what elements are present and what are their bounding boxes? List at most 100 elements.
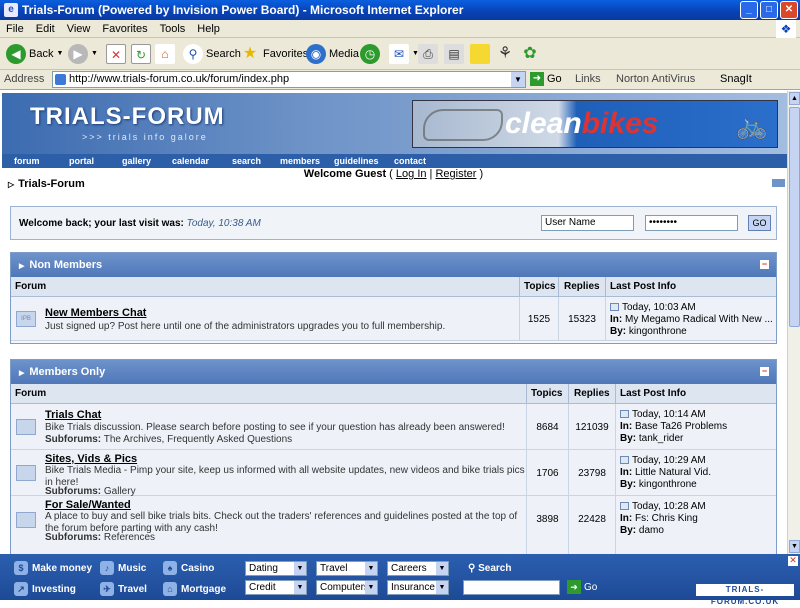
address-input[interactable]: http://www.trials-forum.co.uk/forum/inde… [52,71,526,88]
bottom-link-mortgage[interactable]: ⌂ Mortgage [163,582,226,596]
select-computers[interactable]: Computers ▼ [316,580,378,595]
messenger-button[interactable]: ⚘ [495,43,515,65]
forum-title-link[interactable]: New Members Chat [45,307,146,319]
username-input[interactable]: User Name [541,215,634,231]
bottom-link-make-money[interactable]: $ Make money [14,561,92,575]
mail-button[interactable]: ✉ ▼ [389,43,419,65]
dropdown-arrow-icon: ▼ [436,562,448,575]
page-scrollbar[interactable]: ▲ ▼ [787,91,800,554]
refresh-icon: ↻ [131,44,151,64]
last-post-author-link[interactable]: damo [639,525,664,536]
last-post-topic-link[interactable]: Little Natural Vid. [635,467,711,478]
nav-search[interactable]: search [232,155,261,167]
back-arrow-icon: ◀ [6,44,26,64]
maximize-button[interactable]: □ [760,1,778,19]
category-triangle-icon: ▶ [19,263,25,270]
forum-title-link[interactable]: Trials Chat [45,409,101,421]
last-post-author-link[interactable]: tank_rider [639,433,683,444]
menu-favorites[interactable]: Favorites [96,20,153,38]
nav-portal[interactable]: portal [69,155,94,167]
refresh-button[interactable]: ↻ [131,43,151,65]
bottom-go-button[interactable]: ➜ Go [567,580,597,594]
search-link[interactable]: search [180,422,210,433]
bottom-link-music[interactable]: ♪ Music [100,561,146,575]
bottom-search-input[interactable] [463,580,560,595]
collapse-icon[interactable]: − [760,367,769,376]
nav-guidelines[interactable]: guidelines [334,155,379,167]
scroll-down-icon[interactable]: ▼ [789,540,800,553]
subforum-link[interactable]: References [104,532,155,543]
forum-status-icon [16,419,36,435]
search-button[interactable]: ⚲ Search [183,43,241,65]
bottom-close-icon[interactable]: ✕ [788,556,798,566]
home-button[interactable]: ⌂ [155,43,175,65]
address-dropdown-icon[interactable]: ▼ [511,72,525,87]
last-post-author-link[interactable]: kingonthrone [639,479,697,490]
note-icon [470,44,490,64]
close-button[interactable]: ✕ [780,1,798,19]
last-post-topic-link[interactable]: Base Ta26 Problems [635,421,727,432]
media-button[interactable]: ◉ Media [306,43,359,65]
site-banner: TRIALS-FORUM >>> trials info galore clea… [2,93,787,154]
toolbar: ◀ Back ▼ ▶ ▼ ✕ ↻ ⌂ ⚲ Search ★ Favorites ◉ Medi… [0,38,800,70]
login-go-button[interactable]: GO [748,215,771,231]
register-link[interactable]: Register [435,168,476,180]
edit-icon: ▤ [444,44,464,64]
address-go-button[interactable]: ➜ Go [530,72,562,86]
cleanbikes-ad[interactable]: cleanbikes 🚲 [412,100,778,148]
last-post-author-link[interactable]: kingonthrone [629,326,687,337]
scroll-up-icon[interactable]: ▲ [789,92,800,105]
norton-antivirus-button[interactable]: Norton AntiVirus [616,73,695,85]
last-post-topic-link[interactable]: My Megamo Radical With New ... [625,314,773,325]
subforums: Subforums: Gallery [45,486,136,497]
nav-forum[interactable]: forum [14,155,40,167]
menu-file[interactable]: File [0,20,30,38]
forum-title-link[interactable]: Sites, Vids & Pics [45,453,137,465]
login-link[interactable]: Log In [396,168,427,180]
back-button[interactable]: ◀ Back ▼ [6,43,63,65]
select-insurance[interactable]: Insurance ▼ [387,580,449,595]
bottom-link-casino[interactable]: ♠ Casino [163,561,214,575]
menu-view[interactable]: View [61,20,97,38]
favorites-button[interactable]: ★ Favorites [240,43,308,65]
category-header: ▶ Members Only − [11,360,776,384]
menu-edit[interactable]: Edit [30,20,61,38]
print-button[interactable]: ⎙ [418,43,438,65]
stop-button[interactable]: ✕ [106,43,126,65]
select-credit[interactable]: Credit ▼ [245,580,307,595]
menu-tools[interactable]: Tools [154,20,192,38]
subforum-link[interactable]: Frequently Asked Questions [167,434,292,445]
links-button[interactable]: Links [575,73,601,85]
bottom-link-travel[interactable]: ✈ Travel [100,582,147,596]
minimize-button[interactable]: _ [740,1,758,19]
nav-calendar[interactable]: calendar [172,155,209,167]
select-travel[interactable]: Travel ▼ [316,561,378,576]
snagit-button[interactable]: SnagIt [720,73,752,85]
login-box: Welcome back; your last visit was: Today… [10,206,777,240]
ad-text-clean: clean [505,107,582,140]
last-post-topic-link[interactable]: Fs: Chris King [635,513,698,524]
nav-gallery[interactable]: gallery [122,155,151,167]
bottom-link-investing[interactable]: ↗ Investing [14,582,76,596]
history-button[interactable]: ◷ [360,43,380,65]
menu-help[interactable]: Help [191,20,226,38]
collapse-icon[interactable]: − [760,260,769,269]
select-careers[interactable]: Careers ▼ [387,561,449,576]
breadcrumb: ▷ Trials-Forum [8,178,85,190]
scroll-thumb[interactable] [789,107,800,327]
discuss-button[interactable] [470,43,490,65]
bottom-brand[interactable]: TRIALS-FORUM.CO.UK [696,584,794,606]
nav-members[interactable]: members [280,155,320,167]
forward-button[interactable]: ▶ ▼ [68,43,98,65]
edit-button[interactable]: ▤ [444,43,464,65]
nav-contact[interactable]: contact [394,155,426,167]
forum-status-icon [16,512,36,528]
forum-title-link[interactable]: For Sale/Wanted [45,499,131,511]
house-icon: ⌂ [163,582,177,596]
research-button[interactable]: ✿ [520,43,540,65]
password-input[interactable]: •••••••• [645,215,738,231]
dropdown-arrow-icon: ▼ [436,581,448,594]
select-dating[interactable]: Dating ▼ [245,561,307,576]
subforum-link[interactable]: The Archives [104,434,162,445]
site-logo[interactable]: TRIALS-FORUM [30,103,225,131]
